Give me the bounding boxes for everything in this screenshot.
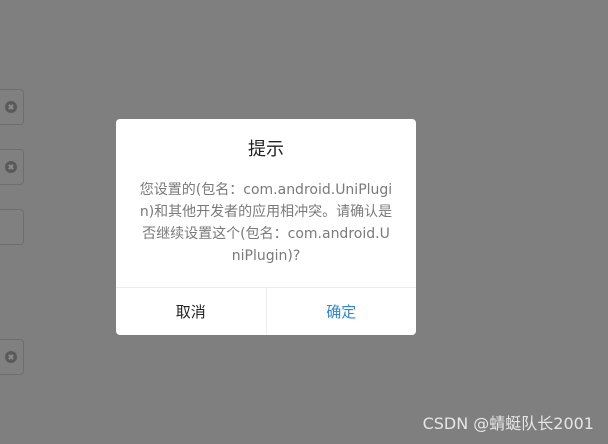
- clear-icon: [5, 101, 17, 113]
- clear-icon: [5, 351, 17, 363]
- dialog-footer: 取消 确定: [116, 287, 416, 335]
- watermark: CSDN @蜻蜓队长2001: [422, 414, 594, 433]
- background-input-field: [0, 209, 24, 245]
- cancel-button[interactable]: 取消: [116, 288, 267, 335]
- confirm-button[interactable]: 确定: [267, 288, 417, 335]
- dialog-message: 您设置的(包名：com.android.UniPlugin)和其他开发者的应用相…: [139, 182, 393, 264]
- background-input-field: [0, 89, 24, 125]
- background-input-field: [0, 339, 24, 375]
- confirm-dialog: 提示 您设置的(包名：com.android.UniPlugin)和其他开发者的…: [116, 119, 416, 335]
- background-input-field: [0, 149, 24, 185]
- clear-icon: [5, 161, 17, 173]
- screen: 提示 您设置的(包名：com.android.UniPlugin)和其他开发者的…: [0, 0, 608, 444]
- dialog-title: 提示: [248, 139, 284, 160]
